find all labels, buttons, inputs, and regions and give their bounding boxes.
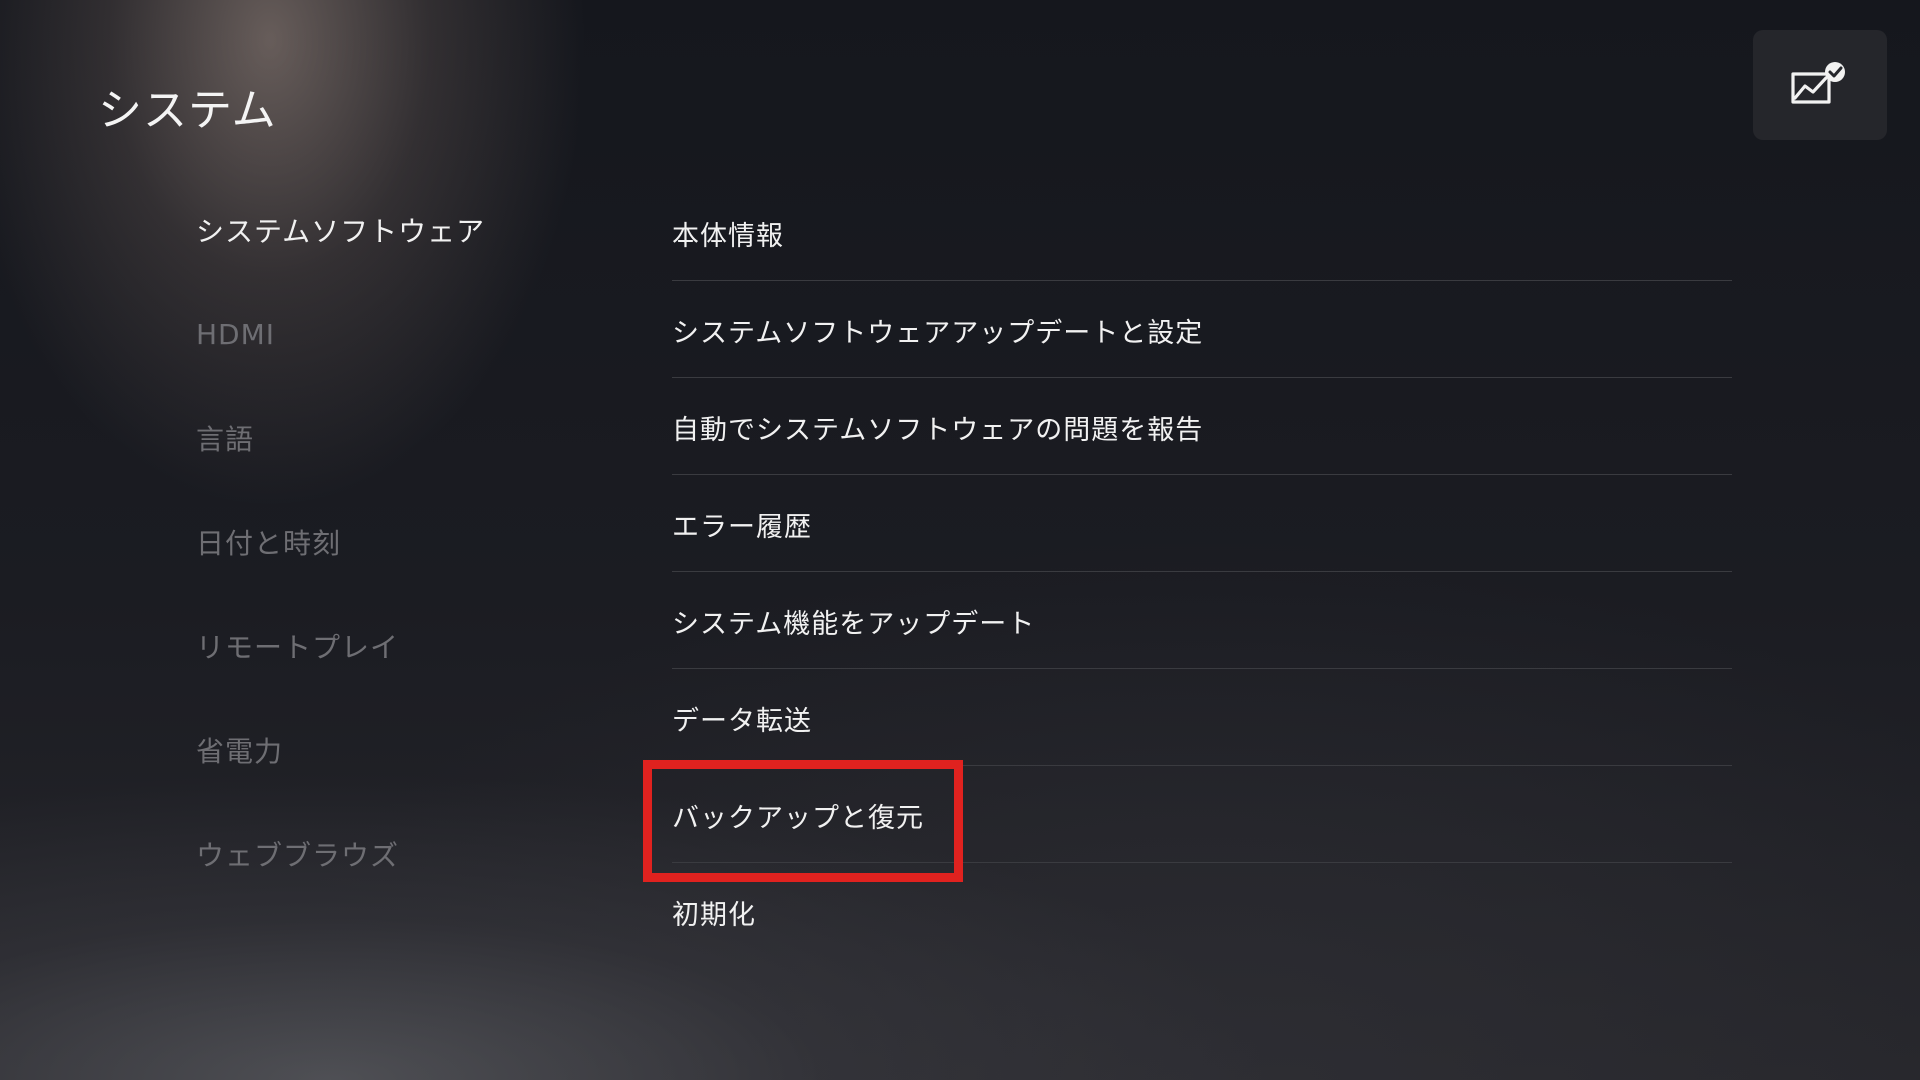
page-title: システム: [98, 85, 277, 136]
list-item-data-transfer[interactable]: データ転送: [672, 669, 1732, 766]
side-menu-item-label: ウェブブラウズ: [196, 839, 400, 872]
list-item-label: システムソフトウェアアップデートと設定: [672, 318, 1204, 349]
side-menu-item-label: システムソフトウェア: [196, 215, 486, 248]
side-menu-item-label: 言語: [196, 423, 255, 456]
side-menu-item-label: リモートプレイ: [196, 631, 400, 664]
side-menu-item-web-browsing[interactable]: ウェブブラウズ: [196, 824, 656, 928]
status-tile-button[interactable]: [1753, 30, 1887, 140]
list-item-label: データ転送: [672, 706, 812, 737]
list-item-label: エラー履歴: [672, 512, 812, 543]
side-menu-item-label: 省電力: [196, 735, 284, 768]
side-menu-item-label: 日付と時刻: [196, 527, 342, 560]
list-item-error-history[interactable]: エラー履歴: [672, 475, 1732, 572]
list-item-auto-report[interactable]: 自動でシステムソフトウェアの問題を報告: [672, 378, 1732, 475]
list-item-label: 初期化: [672, 900, 756, 931]
side-menu-item-system-software[interactable]: システムソフトウェア: [196, 200, 656, 304]
side-menu: システムソフトウェア HDMI 言語 日付と時刻 リモートプレイ 省電力 ウェブ…: [196, 200, 656, 928]
side-menu-item-remote-play[interactable]: リモートプレイ: [196, 616, 656, 720]
side-menu-item-date-time[interactable]: 日付と時刻: [196, 512, 656, 616]
list-item-reset[interactable]: 初期化: [672, 863, 1732, 960]
side-menu-item-hdmi[interactable]: HDMI: [196, 304, 656, 408]
performance-check-icon: [1790, 60, 1850, 110]
list-item-label: 自動でシステムソフトウェアの問題を報告: [672, 415, 1204, 446]
list-item-update-system-features[interactable]: システム機能をアップデート: [672, 572, 1732, 669]
side-menu-item-language[interactable]: 言語: [196, 408, 656, 512]
list-item-label: 本体情報: [672, 221, 784, 252]
list-item-console-info[interactable]: 本体情報: [672, 184, 1732, 281]
side-menu-item-label: HDMI: [196, 317, 276, 351]
settings-list: 本体情報 システムソフトウェアアップデートと設定 自動でシステムソフトウェアの問…: [672, 184, 1732, 960]
list-item-system-software-update[interactable]: システムソフトウェアアップデートと設定: [672, 281, 1732, 378]
list-item-label: システム機能をアップデート: [672, 609, 1036, 640]
side-menu-item-power-saving[interactable]: 省電力: [196, 720, 656, 824]
list-item-backup-restore[interactable]: バックアップと復元: [672, 766, 1732, 863]
list-item-label: バックアップと復元: [672, 803, 924, 834]
